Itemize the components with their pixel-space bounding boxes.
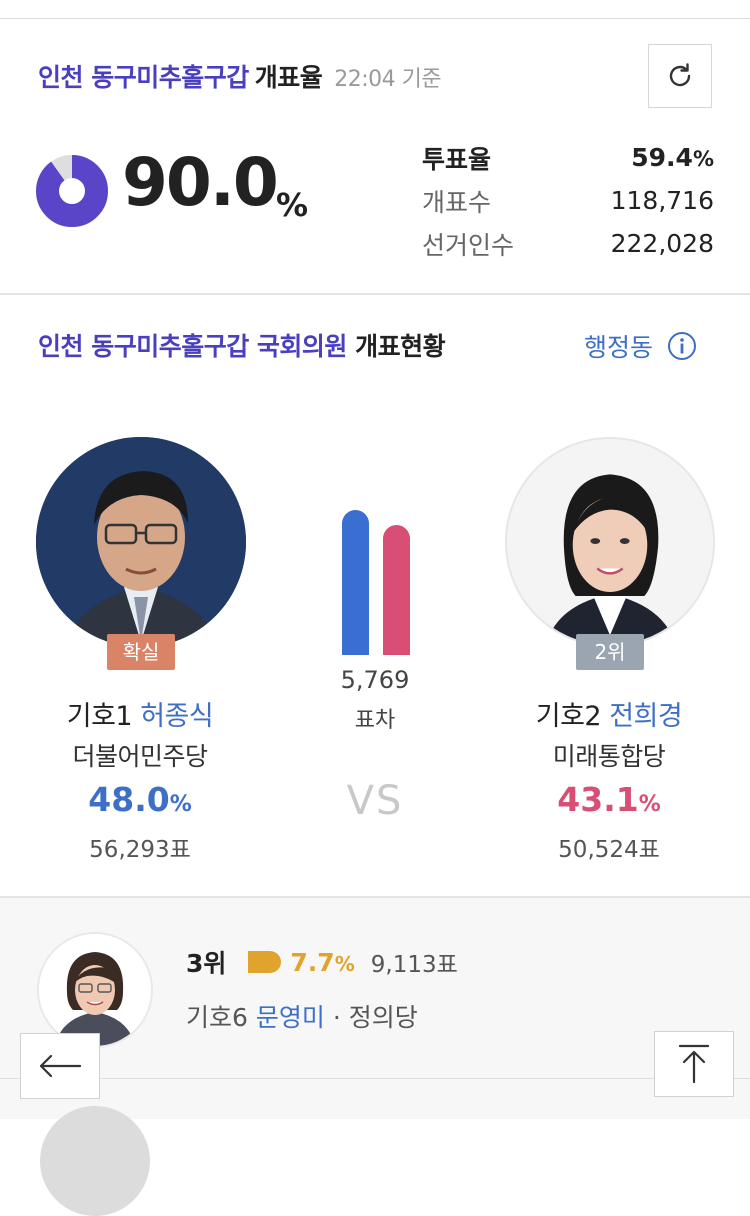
candidate-3-percent: 7.7% [290,947,355,977]
count-rate-label: 개표율 [254,63,323,92]
turnout-stats: 투표율 59.4% 개표수 118,716 선거인수 222,028 [422,136,714,265]
candidate-2-name[interactable]: 기호2 전희경 [479,694,739,733]
count-rate-title: 인천 동구미추홀구갑 개표율 22:04 기준 [38,58,442,94]
candidate-2-party: 미래통합당 [552,742,666,771]
stat-value: 59.4% [631,143,714,172]
stat-label: 투표율 [422,144,492,174]
timestamp: 22:04 기준 [334,67,442,92]
candidate-1-photo [36,437,246,647]
list-divider [0,1078,750,1079]
candidate-3-name[interactable]: 기호6 문영미 · 정의당 [186,998,418,1034]
vs-label: VS [346,778,404,824]
results-region: 인천 동구미추홀구갑 국회의원 [38,332,347,361]
vote-difference: 5,769 [340,666,410,694]
arrow-up-icon [678,1044,710,1084]
region-name: 인천 동구미추홀구갑 [38,63,249,92]
back-button[interactable] [20,1033,100,1099]
candidate-3-photo [37,932,153,1048]
party-flag-icon [248,951,282,973]
candidate-1-name[interactable]: 기호1 허종식 [10,694,270,733]
candidate-1-votes: 56,293표 [89,837,191,863]
candidate-1-party: 더불어민주당 [72,742,208,771]
refresh-button[interactable] [648,44,712,108]
count-rate-unit: % [276,186,309,224]
stat-value: 222,028 [610,229,714,258]
candidate-2-photo [505,437,715,647]
arrow-left-icon [39,1054,82,1078]
results-title: 인천 동구미추홀구갑 국회의원 개표현황 [38,328,538,366]
candidate-3-portrait [39,934,151,1046]
candidate-1-bar [342,510,369,655]
stat-label: 선거인수 [422,230,515,260]
top-divider [0,18,750,19]
count-rate-donut [36,155,108,227]
candidate-3-rank: 3위 [186,949,227,978]
stat-electorate: 선거인수 222,028 [422,222,714,265]
candidate-2-percent: 43.1% [557,780,661,819]
scroll-top-button[interactable] [654,1031,734,1097]
results-label: 개표현황 [346,332,446,361]
candidate-1-portrait [36,437,246,647]
candidate-1-percent: 48.0% [88,780,192,819]
stat-turnout: 투표율 59.4% [422,136,714,179]
candidate-2-bar [383,524,410,655]
info-icon[interactable] [667,331,697,361]
admin-dong-label: 행정동 [584,333,654,362]
candidate-1-status-badge: 확실 [107,634,175,670]
stat-label: 개표수 [422,187,492,217]
vote-difference-label: 표차 [354,708,396,733]
candidate-2-votes: 50,524표 [558,837,660,863]
candidate-2-rank-badge: 2위 [576,634,644,670]
candidate-3-votes: 9,113표 [370,952,458,978]
candidate-3-summary: 3위 7.7% 9,113표 [186,944,458,980]
stat-counted: 개표수 118,716 [422,179,714,222]
next-candidate-photo [40,1106,150,1216]
refresh-icon [669,63,691,87]
candidate-2-portrait [507,439,713,645]
admin-dong-link[interactable]: 행정동 [584,328,697,364]
count-rate-value: 90.0 [122,144,279,221]
stat-value: 118,716 [610,186,714,215]
section-divider [0,293,750,295]
